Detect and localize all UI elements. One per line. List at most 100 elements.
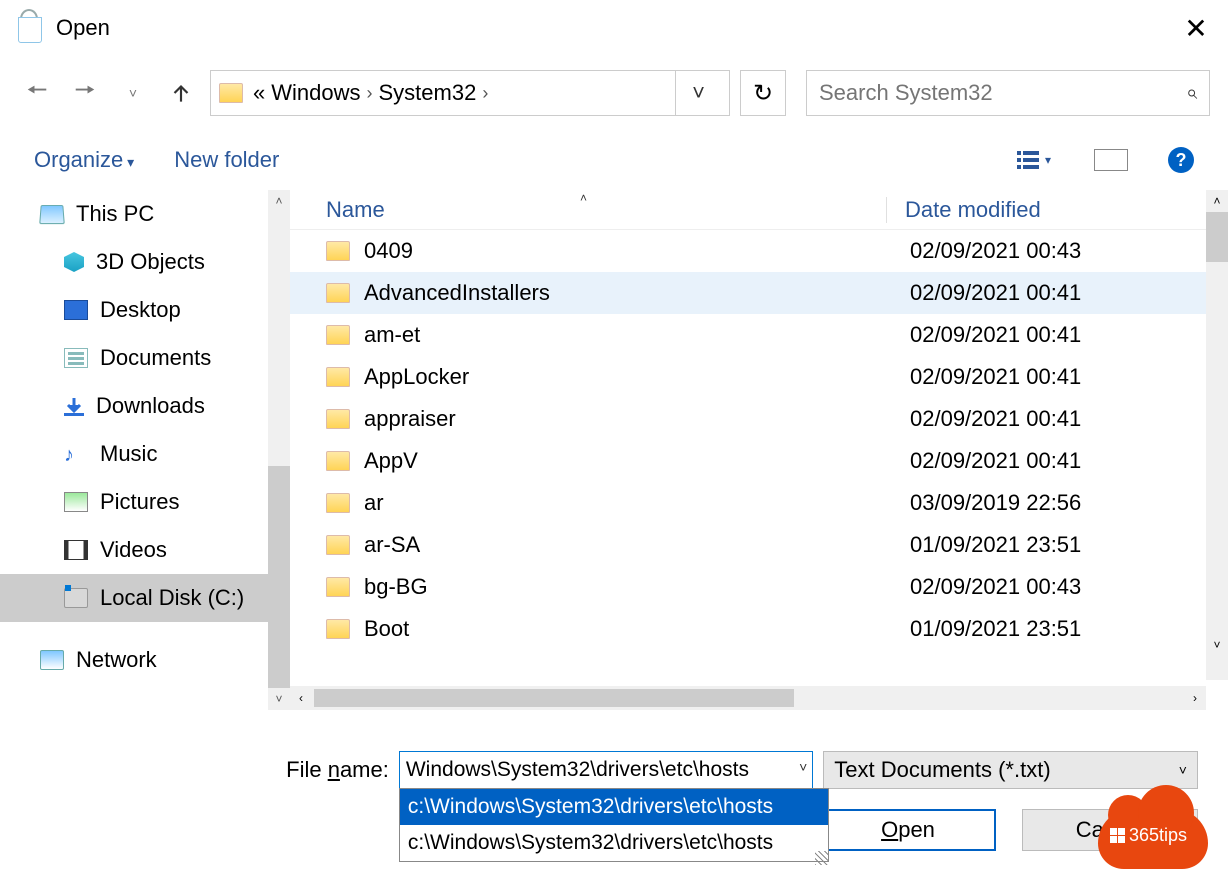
address-bar[interactable]: « Windows › System32 › ˅ — [210, 70, 730, 116]
window-title: Open — [56, 15, 1174, 41]
preview-pane-toggle[interactable] — [1094, 149, 1128, 171]
folder-icon — [326, 619, 350, 639]
close-button[interactable]: ✕ — [1174, 12, 1218, 45]
file-date: 01/09/2021 23:51 — [910, 616, 1081, 642]
file-row[interactable]: am-et02/09/2021 00:41 — [290, 314, 1228, 356]
file-date: 02/09/2021 00:41 — [910, 364, 1081, 390]
nav-back[interactable]: 🠔 — [18, 74, 56, 112]
filetype-combobox[interactable]: Text Documents (*.txt) ˅ — [823, 751, 1198, 789]
file-name: AppLocker — [364, 364, 910, 390]
file-row[interactable]: AdvancedInstallers02/09/2021 00:41 — [290, 272, 1228, 314]
scroll-down-icon[interactable]: ˅ — [268, 688, 290, 710]
filename-combobox[interactable]: ˅ c:\Windows\System32\drivers\etc\hosts … — [399, 751, 813, 789]
file-date: 02/09/2021 00:41 — [910, 406, 1081, 432]
scroll-up-icon[interactable]: ˄ — [268, 190, 290, 212]
videos-icon — [64, 540, 88, 560]
scroll-down-icon[interactable]: ˅ — [1206, 634, 1228, 656]
view-options[interactable] — [1014, 145, 1054, 175]
sidebar-item-documents[interactable]: Documents — [0, 334, 290, 382]
file-row[interactable]: 040902/09/2021 00:43 — [290, 230, 1228, 272]
365tips-logo: 365tips — [1098, 809, 1208, 869]
new-folder-button[interactable]: New folder — [174, 147, 279, 173]
column-header-date[interactable]: Date modified — [886, 197, 1041, 223]
nav-recent-dropdown[interactable]: ˅ — [114, 74, 152, 112]
folder-icon — [326, 577, 350, 597]
sidebar-item-videos[interactable]: Videos — [0, 526, 290, 574]
file-name: Boot — [364, 616, 910, 642]
app-icon — [18, 11, 46, 45]
file-scrollbar[interactable]: ˄ ˅ — [1206, 190, 1228, 680]
file-name: ar — [364, 490, 910, 516]
scroll-right-icon[interactable]: › — [1184, 691, 1206, 705]
open-button[interactable]: Open — [820, 809, 996, 851]
search-icon[interactable]: ⌕ — [1186, 82, 1197, 105]
file-date: 02/09/2021 00:43 — [910, 574, 1081, 600]
file-name: AdvancedInstallers — [364, 280, 910, 306]
sidebar-scrollbar[interactable]: ˄ ˅ — [268, 190, 290, 710]
scroll-up-icon[interactable]: ˄ — [1206, 190, 1228, 212]
file-row[interactable]: ar-SA01/09/2021 23:51 — [290, 524, 1228, 566]
file-row[interactable]: AppLocker02/09/2021 00:41 — [290, 356, 1228, 398]
column-header-name[interactable]: Name˄ — [290, 197, 886, 223]
sidebar-item-local-disk[interactable]: Local Disk (C:) — [0, 574, 290, 622]
filename-input[interactable] — [399, 751, 813, 789]
search-box[interactable]: ⌕ — [806, 70, 1210, 116]
downloads-icon — [64, 396, 84, 416]
breadcrumb-ellipsis[interactable]: « — [253, 80, 265, 106]
organize-menu[interactable]: Organize — [34, 147, 134, 173]
help-button[interactable]: ? — [1168, 147, 1194, 173]
folder-icon — [326, 325, 350, 345]
pc-icon — [39, 205, 65, 224]
chevron-right-icon[interactable]: › — [367, 83, 373, 104]
chevron-right-icon[interactable]: › — [482, 83, 488, 104]
chevron-down-icon[interactable]: ˅ — [1179, 762, 1187, 778]
breadcrumb-item[interactable]: Windows — [271, 80, 360, 106]
file-row[interactable]: appraiser02/09/2021 00:41 — [290, 398, 1228, 440]
scrollbar-thumb[interactable] — [268, 466, 290, 688]
scrollbar-thumb[interactable] — [1206, 212, 1228, 262]
sidebar-item-pictures[interactable]: Pictures — [0, 478, 290, 526]
sort-ascending-icon: ˄ — [580, 191, 587, 205]
file-row[interactable]: bg-BG02/09/2021 00:43 — [290, 566, 1228, 608]
scroll-left-icon[interactable]: ‹ — [290, 691, 312, 705]
disk-icon — [64, 588, 88, 608]
horizontal-scrollbar[interactable]: ‹ › — [290, 686, 1206, 710]
file-row[interactable]: AppV02/09/2021 00:41 — [290, 440, 1228, 482]
file-name: AppV — [364, 448, 910, 474]
file-row[interactable]: Boot01/09/2021 23:51 — [290, 608, 1228, 650]
scrollbar-thumb[interactable] — [314, 689, 794, 707]
dropdown-option[interactable]: c:\Windows\System32\drivers\etc\hosts — [400, 789, 828, 825]
file-date: 02/09/2021 00:41 — [910, 322, 1081, 348]
folder-icon — [326, 493, 350, 513]
network-icon — [40, 650, 64, 670]
file-row[interactable]: ar03/09/2019 22:56 — [290, 482, 1228, 524]
folder-icon — [326, 283, 350, 303]
folder-icon — [219, 83, 243, 103]
sidebar-item-desktop[interactable]: Desktop — [0, 286, 290, 334]
dropdown-option[interactable]: c:\Windows\System32\drivers\etc\hosts — [400, 825, 828, 861]
sidebar-item-network[interactable]: Network — [0, 636, 290, 684]
chevron-down-icon[interactable]: ˅ — [799, 759, 807, 775]
nav-forward[interactable]: 🠖 — [66, 74, 104, 112]
address-dropdown[interactable]: ˅ — [675, 71, 721, 115]
file-name: appraiser — [364, 406, 910, 432]
sidebar-item-downloads[interactable]: Downloads — [0, 382, 290, 430]
folder-icon — [326, 241, 350, 261]
file-list: 040902/09/2021 00:43AdvancedInstallers02… — [290, 230, 1228, 710]
file-date: 02/09/2021 00:41 — [910, 448, 1081, 474]
nav-up[interactable] — [162, 74, 200, 112]
search-input[interactable] — [819, 80, 1186, 106]
navigation-pane: This PC 3D Objects Desktop Documents Dow… — [0, 190, 290, 710]
desktop-icon — [64, 300, 88, 320]
sidebar-item-music[interactable]: ♪Music — [0, 430, 290, 478]
sidebar-item-this-pc[interactable]: This PC — [0, 190, 290, 238]
filename-label: File name: — [264, 757, 389, 783]
music-icon: ♪ — [64, 444, 88, 464]
sidebar-item-3d-objects[interactable]: 3D Objects — [0, 238, 290, 286]
file-name: bg-BG — [364, 574, 910, 600]
refresh-button[interactable]: ↻ — [740, 70, 786, 116]
resize-grip[interactable] — [815, 851, 829, 865]
breadcrumb-item[interactable]: System32 — [379, 80, 477, 106]
file-name: am-et — [364, 322, 910, 348]
pictures-icon — [64, 492, 88, 512]
